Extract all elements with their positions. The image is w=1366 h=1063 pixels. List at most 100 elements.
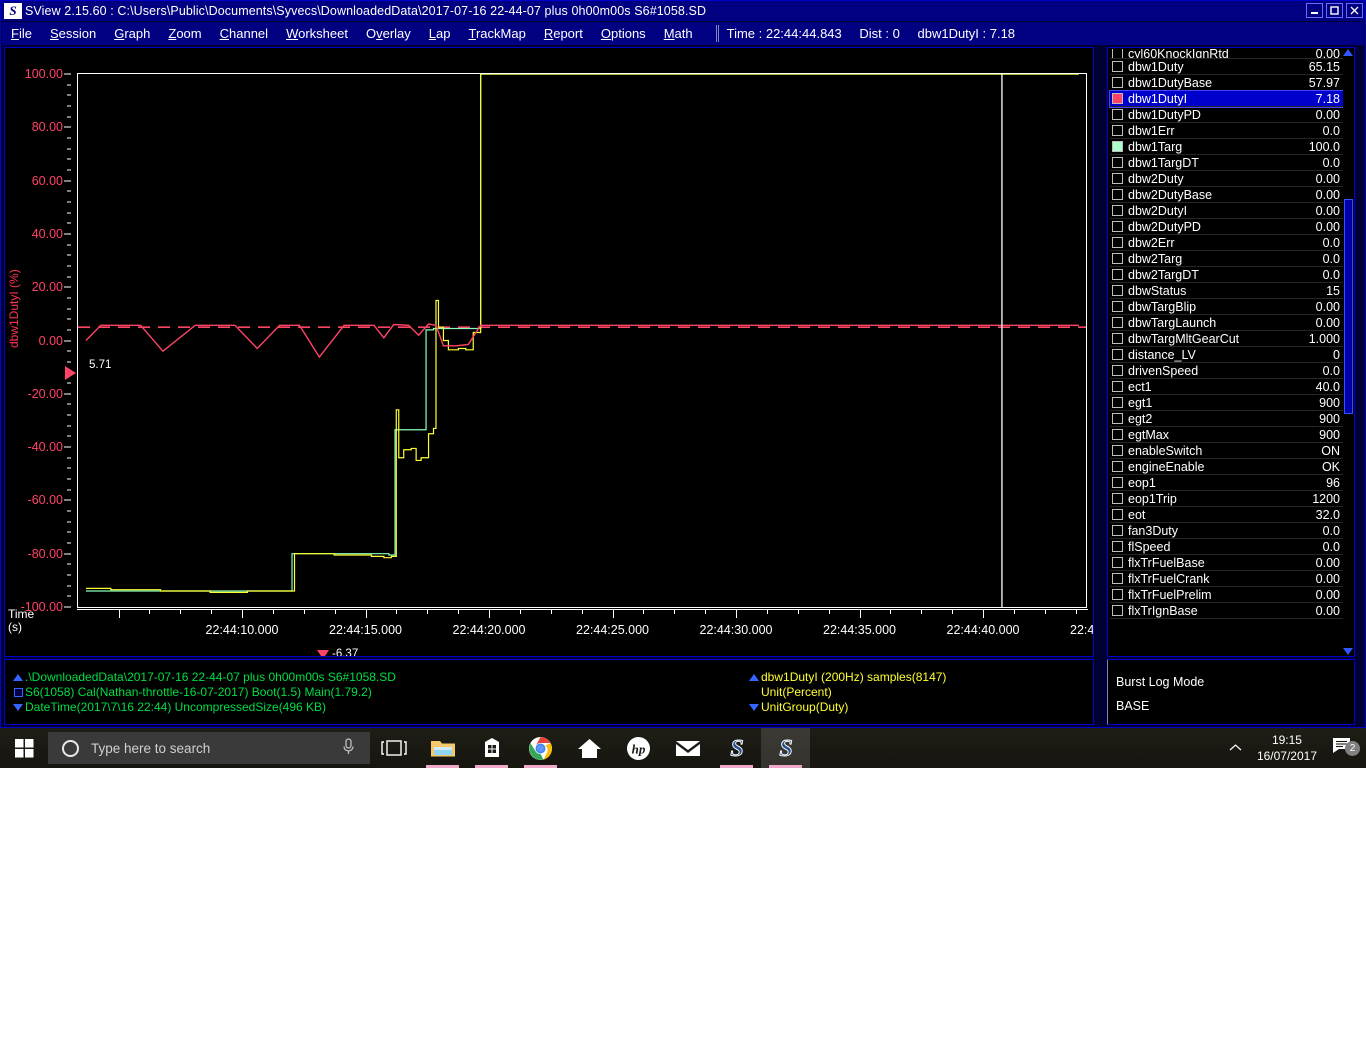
microsoft-store-icon[interactable] (467, 728, 516, 768)
channel-color-swatch[interactable] (1112, 189, 1123, 200)
menu-math[interactable]: Math (655, 24, 702, 43)
channel-color-swatch[interactable] (1112, 573, 1123, 584)
channel-row[interactable]: eot32.0 (1110, 507, 1346, 523)
plot-area[interactable] (77, 73, 1087, 608)
channel-color-swatch[interactable] (1112, 413, 1123, 424)
channel-row[interactable]: dbwTargLaunch0.00 (1110, 315, 1346, 331)
channel-color-swatch[interactable] (1112, 61, 1123, 72)
channel-row[interactable]: egt1900 (1110, 395, 1346, 411)
channel-row[interactable]: fan3Duty0.0 (1110, 523, 1346, 539)
menu-graph[interactable]: Graph (105, 24, 159, 43)
channel-color-swatch[interactable] (1112, 333, 1123, 344)
chrome-icon[interactable] (516, 728, 565, 768)
channel-row[interactable]: dbw1TargDT0.0 (1110, 155, 1346, 171)
channel-row[interactable]: dbw1DutyPD0.00 (1110, 107, 1346, 123)
channel-row[interactable]: flxTrFuelCrank0.00 (1110, 571, 1346, 587)
channel-color-swatch[interactable] (1112, 125, 1123, 136)
channel-row[interactable]: flxTrFuelBase0.00 (1110, 555, 1346, 571)
channel-color-swatch[interactable] (1112, 525, 1123, 536)
channel-color-swatch[interactable] (1112, 445, 1123, 456)
channel-row[interactable]: dbwTargMltGearCut1.000 (1110, 331, 1346, 347)
channel-row[interactable]: eop196 (1110, 475, 1346, 491)
syvecs-sview-icon[interactable]: S (761, 728, 810, 768)
syvecs-scal-icon[interactable]: S (712, 728, 761, 768)
maximize-button[interactable] (1326, 3, 1343, 18)
menu-options[interactable]: Options (592, 24, 655, 43)
channel-row[interactable]: engineEnableOK (1110, 459, 1346, 475)
channel-color-swatch[interactable] (1112, 541, 1123, 552)
channel-color-swatch[interactable] (1112, 237, 1123, 248)
channel-row[interactable]: drivenSpeed0.0 (1110, 363, 1346, 379)
channel-row[interactable]: dbwStatus15 (1110, 283, 1346, 299)
menu-overlay[interactable]: Overlay (357, 24, 420, 43)
channel-row[interactable]: flSpeed0.0 (1110, 539, 1346, 555)
channel-color-swatch[interactable] (1112, 381, 1123, 392)
mail-icon[interactable] (663, 728, 712, 768)
channel-color-swatch[interactable] (1112, 317, 1123, 328)
channel-row[interactable]: cyl60KnockIgnRtd0.00 (1110, 49, 1346, 59)
channel-color-swatch[interactable] (1112, 477, 1123, 488)
channel-color-swatch[interactable] (1112, 589, 1123, 600)
clock[interactable]: 19:15 16/07/2017 (1253, 732, 1331, 764)
channel-row[interactable]: ect140.0 (1110, 379, 1346, 395)
channel-row[interactable]: eop1Trip1200 (1110, 491, 1346, 507)
channel-color-swatch[interactable] (1112, 429, 1123, 440)
channel-row[interactable]: dbwTargBlip0.00 (1110, 299, 1346, 315)
channel-row[interactable]: dbw2DutyI0.00 (1110, 203, 1346, 219)
menu-session[interactable]: Session (41, 24, 105, 43)
channel-color-swatch[interactable] (1112, 397, 1123, 408)
channel-color-swatch[interactable] (1112, 253, 1123, 264)
channel-row[interactable]: dbw1Err0.0 (1110, 123, 1346, 139)
menu-worksheet[interactable]: Worksheet (277, 24, 357, 43)
channel-color-swatch[interactable] (1112, 509, 1123, 520)
channel-scroll-thumb[interactable] (1344, 199, 1353, 414)
channel-color-swatch[interactable] (1112, 49, 1123, 59)
channel-row[interactable]: dbw2DutyPD0.00 (1110, 219, 1346, 235)
scroll-down-arrow-icon[interactable] (1343, 648, 1353, 655)
menu-zoom[interactable]: Zoom (159, 24, 210, 43)
minimize-button[interactable] (1306, 3, 1323, 18)
graph-panel[interactable]: 100.0080.0060.0040.0020.000.00-20.00-40.… (4, 47, 1094, 657)
channel-color-swatch[interactable] (1112, 141, 1123, 152)
channel-scrollbar[interactable] (1343, 49, 1353, 655)
channel-row[interactable]: dbw1DutyI7.18 (1110, 91, 1346, 107)
search-box[interactable]: Type here to search (48, 732, 370, 764)
channel-color-swatch[interactable] (1112, 301, 1123, 312)
chevron-up-icon[interactable] (1218, 741, 1253, 755)
channel-color-swatch[interactable] (1112, 77, 1123, 88)
scroll-up-arrow-icon[interactable] (1343, 49, 1353, 56)
start-button[interactable] (0, 728, 48, 768)
channel-color-swatch[interactable] (1112, 349, 1123, 360)
channel-row[interactable]: dbw2DutyBase0.00 (1110, 187, 1346, 203)
channel-color-swatch[interactable] (1112, 365, 1123, 376)
close-button[interactable] (1346, 3, 1363, 18)
file-explorer-icon[interactable] (418, 728, 467, 768)
home-icon[interactable] (565, 728, 614, 768)
channel-row[interactable]: egtMax900 (1110, 427, 1346, 443)
microphone-icon[interactable] (341, 738, 356, 759)
menu-trackmap[interactable]: TrackMap (460, 24, 535, 43)
channel-row[interactable]: dbw1Duty65.15 (1110, 59, 1346, 75)
channel-row[interactable]: dbw2Duty0.00 (1110, 171, 1346, 187)
channel-row[interactable]: dbw2Err0.0 (1110, 235, 1346, 251)
channel-color-swatch[interactable] (1112, 109, 1123, 120)
channel-row[interactable]: dbw1Targ100.0 (1110, 139, 1346, 155)
channel-color-swatch[interactable] (1112, 157, 1123, 168)
channel-color-swatch[interactable] (1112, 557, 1123, 568)
channel-color-swatch[interactable] (1112, 285, 1123, 296)
channel-row[interactable]: enableSwitchON (1110, 443, 1346, 459)
menu-lap[interactable]: Lap (420, 24, 460, 43)
channel-row[interactable]: dbw1DutyBase57.97 (1110, 75, 1346, 91)
channel-row[interactable]: flxTrFuelPrelim0.00 (1110, 587, 1346, 603)
channel-color-swatch[interactable] (1112, 493, 1123, 504)
hp-icon[interactable]: hp (614, 728, 663, 768)
bottom-value-marker[interactable]: -6.37 (317, 648, 358, 657)
channel-color-swatch[interactable] (1112, 221, 1123, 232)
channel-row[interactable]: dbw2TargDT0.0 (1110, 267, 1346, 283)
search-input[interactable]: Type here to search (91, 741, 341, 756)
channel-row[interactable]: distance_LV0 (1110, 347, 1346, 363)
channel-row[interactable]: dbw2Targ0.0 (1110, 251, 1346, 267)
channel-list[interactable]: cyl60KnockIgnRtd0.00dbw1Duty65.15dbw1Dut… (1110, 49, 1346, 619)
channel-color-swatch[interactable] (1112, 93, 1123, 104)
channel-color-swatch[interactable] (1112, 173, 1123, 184)
